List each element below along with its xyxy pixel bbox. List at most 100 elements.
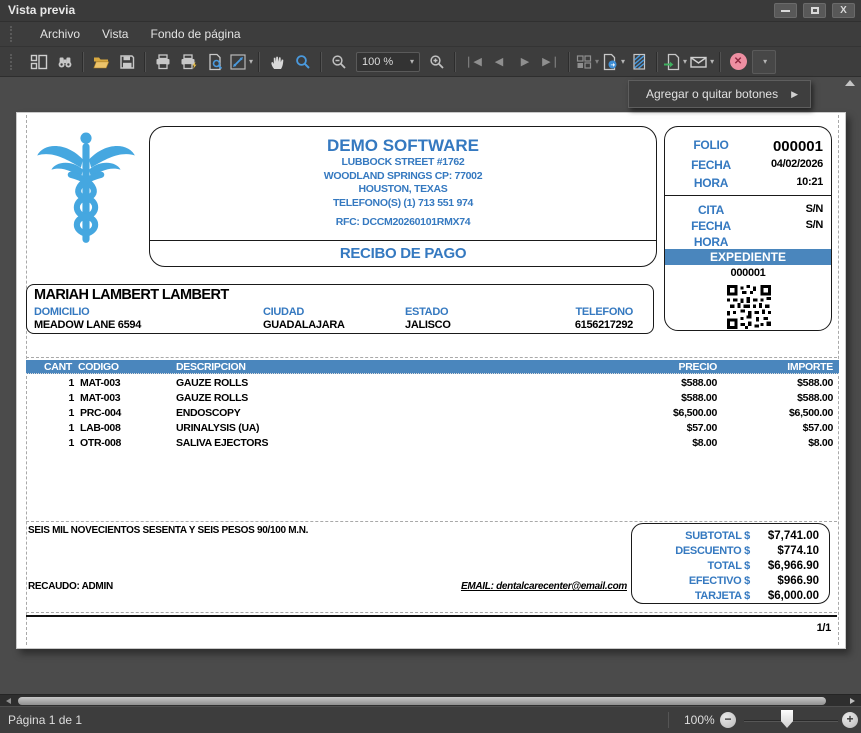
quick-print-icon xyxy=(180,53,198,71)
header-divider xyxy=(150,240,656,241)
cell-precio: $588.00 xyxy=(603,392,723,404)
toolbar-options-button[interactable]: ▾ xyxy=(752,50,776,74)
menu-vista[interactable]: Vista xyxy=(91,23,139,45)
patient-name: MARIAH LAMBERT LAMBERT xyxy=(34,287,229,303)
domicilio-label: DOMICILIO xyxy=(34,306,89,318)
exit-preview-button[interactable]: ✕ xyxy=(726,50,750,74)
ciudad-label: CIUDAD xyxy=(263,306,304,318)
subtotal-value: $7,741.00 xyxy=(750,530,829,542)
menu-fondo-de-pagina[interactable]: Fondo de página xyxy=(139,23,251,45)
horizontal-scrollbar[interactable] xyxy=(0,694,861,706)
zoom-slider-thumb[interactable] xyxy=(781,710,793,728)
cell-precio: $57.00 xyxy=(603,422,723,434)
watermark-icon xyxy=(630,53,648,71)
last-page-button[interactable]: ▶❘ xyxy=(539,50,563,74)
zoom-in-icon xyxy=(428,53,446,71)
multiple-pages-button[interactable]: ▾ xyxy=(575,50,599,74)
next-page-button[interactable]: ▶ xyxy=(513,50,537,74)
export-button[interactable]: ▾ xyxy=(601,50,625,74)
menu-item-add-remove-buttons[interactable]: Agregar o quitar botones xyxy=(646,87,791,101)
margin-guide xyxy=(26,357,837,358)
zoom-out-icon xyxy=(330,53,348,71)
hora-label: HORA xyxy=(665,176,757,190)
cell-cant: 1 xyxy=(26,437,78,449)
status-separator xyxy=(668,712,669,728)
send-email-caret[interactable]: ▾ xyxy=(710,57,714,66)
folio-label: FOLIO xyxy=(665,138,757,152)
scroll-up-indicator[interactable] xyxy=(845,80,855,86)
scrollbar-thumb[interactable] xyxy=(18,697,826,705)
zoom-out-button[interactable] xyxy=(327,50,351,74)
export-caret[interactable]: ▾ xyxy=(621,57,625,66)
document-page[interactable]: DEMO SOFTWARE LUBBOCK STREET #1762 WOODL… xyxy=(16,112,846,649)
thumbnails-button[interactable] xyxy=(27,50,51,74)
multiple-pages-caret[interactable]: ▾ xyxy=(595,57,599,66)
close-button[interactable]: X xyxy=(832,3,855,18)
margin-guide xyxy=(26,521,837,522)
telefono-label: TELEFONO xyxy=(576,306,634,318)
expediente-number: 000001 xyxy=(665,267,831,279)
send-email-button[interactable]: ▾ xyxy=(689,50,714,74)
toolbar-separator xyxy=(719,52,721,72)
scroll-left-arrow[interactable] xyxy=(6,698,11,704)
page-indicator: 1/1 xyxy=(817,622,831,634)
toolbar-separator xyxy=(656,52,658,72)
cell-cant: 1 xyxy=(26,407,78,419)
cita-value: S/N xyxy=(806,203,823,215)
zoom-in-button[interactable] xyxy=(425,50,449,74)
header-descripcion: DESCRIPCION xyxy=(166,361,603,373)
find-button[interactable] xyxy=(53,50,77,74)
scale-dropdown-caret[interactable]: ▾ xyxy=(249,57,253,66)
export-document-caret[interactable]: ▾ xyxy=(683,57,687,66)
title-bar: Vista previa X xyxy=(0,0,861,22)
cell-importe: $588.00 xyxy=(723,377,839,389)
quick-print-button[interactable] xyxy=(177,50,201,74)
zoom-level-combo[interactable]: 100 % ▾ xyxy=(356,52,420,72)
status-page-info: Página 1 de 1 xyxy=(8,713,82,727)
save-icon xyxy=(118,53,136,71)
multiple-pages-icon xyxy=(575,53,593,71)
exit-icon: ✕ xyxy=(730,53,747,70)
menu-grip[interactable] xyxy=(10,26,13,42)
descuento-label: DESCUENTO $ xyxy=(632,545,750,557)
print-button[interactable] xyxy=(151,50,175,74)
fecha-value: 04/02/2026 xyxy=(771,158,823,170)
clinic-address-line3: HOUSTON, TEXAS xyxy=(150,183,656,197)
menu-archivo[interactable]: Archivo xyxy=(29,23,91,45)
zoom-tool-button[interactable] xyxy=(291,50,315,74)
first-page-button[interactable]: ❘◀ xyxy=(461,50,485,74)
maximize-button[interactable] xyxy=(803,3,826,18)
zoom-out-slider-button[interactable]: − xyxy=(720,712,736,728)
toolbar-grip[interactable] xyxy=(10,54,13,70)
header-cant: CANT xyxy=(26,361,78,373)
document-title: RECIBO DE PAGO xyxy=(150,245,656,262)
previous-page-icon: ◀ xyxy=(495,55,503,68)
cell-cant: 1 xyxy=(26,377,78,389)
clinic-address-line2: WOODLAND SPRINGS CP: 77002 xyxy=(150,170,656,184)
toolbar: ▾ 100 % ▾ ❘◀ ◀ ▶ ▶❘ xyxy=(0,47,861,77)
header-codigo: CODIGO xyxy=(78,361,166,373)
hand-icon xyxy=(268,53,286,71)
patient-box: MARIAH LAMBERT LAMBERT DOMICILIO MEADOW … xyxy=(26,284,654,334)
zoom-in-slider-button[interactable]: + xyxy=(842,712,858,728)
next-page-icon: ▶ xyxy=(521,55,529,68)
scroll-right-arrow[interactable] xyxy=(850,698,855,704)
submenu-arrow-icon: ▶ xyxy=(791,89,798,100)
scale-button[interactable]: ▾ xyxy=(229,50,253,74)
zoom-combo-caret[interactable]: ▾ xyxy=(410,57,414,66)
open-button[interactable] xyxy=(89,50,113,74)
folio-value: 000001 xyxy=(773,138,823,155)
export-document-button[interactable]: ▾ xyxy=(663,50,687,74)
watermark-button[interactable] xyxy=(627,50,651,74)
page-setup-button[interactable] xyxy=(203,50,227,74)
previous-page-button[interactable]: ◀ xyxy=(487,50,511,74)
save-button[interactable] xyxy=(115,50,139,74)
folio-box: FOLIO 000001 FECHA 04/02/2026 HORA 10:21… xyxy=(664,126,832,331)
minimize-button[interactable] xyxy=(774,3,797,18)
cita-label: CITA xyxy=(665,203,757,217)
cell-precio: $6,500.00 xyxy=(603,407,723,419)
clinic-rfc: RFC: DCCM20260101RMX74 xyxy=(150,216,656,228)
toolbar-separator xyxy=(144,52,146,72)
status-zoom-value: 100% xyxy=(684,713,715,727)
hand-tool-button[interactable] xyxy=(265,50,289,74)
